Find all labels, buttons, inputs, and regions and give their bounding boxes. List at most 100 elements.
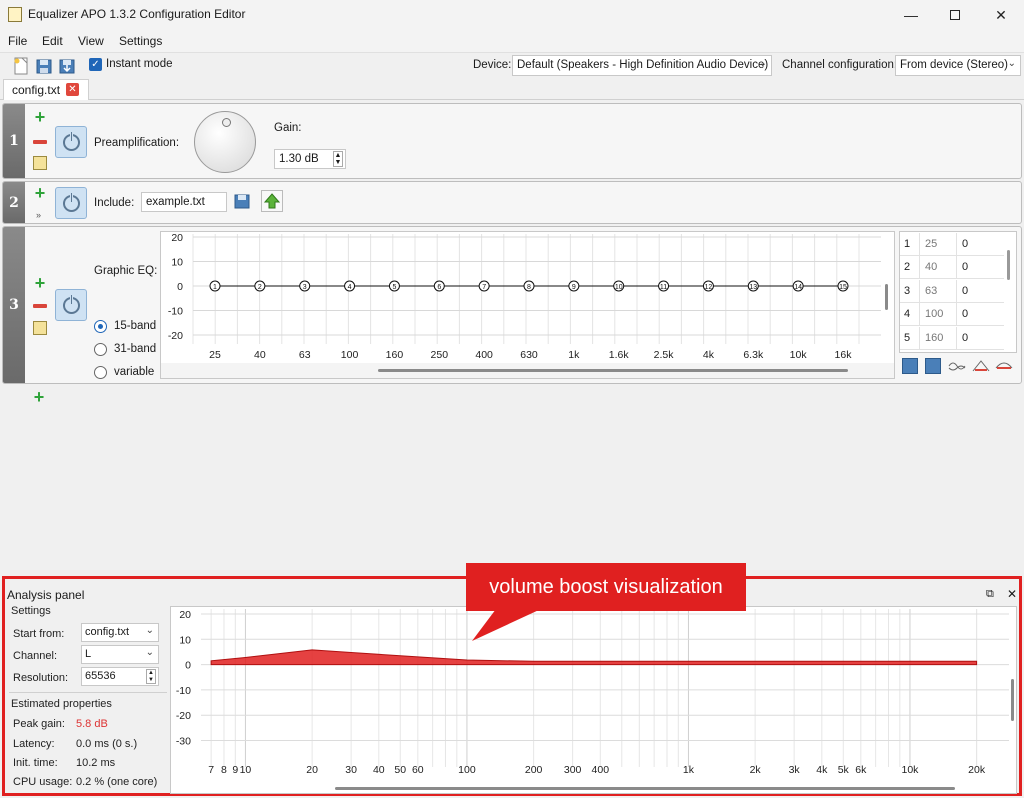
device-select[interactable]: Default (Speakers - High Definition Audi… xyxy=(512,55,772,76)
analysis-x-tick: 3k xyxy=(789,764,801,776)
include-file-input[interactable]: example.txt xyxy=(141,192,227,212)
add-filter-icon[interactable]: + xyxy=(32,388,46,406)
add-filter-icon[interactable]: + xyxy=(33,274,47,292)
analysis-y-tick: 0 xyxy=(185,660,191,672)
channel-select[interactable]: L ⌄ xyxy=(81,645,159,664)
include-file-value: example.txt xyxy=(146,196,205,208)
radio-15-band[interactable] xyxy=(94,320,107,333)
close-tab-icon[interactable]: ✕ xyxy=(66,83,79,96)
open-file-icon[interactable] xyxy=(35,57,53,75)
radio-31-band[interactable] xyxy=(94,343,107,356)
radio-variable[interactable] xyxy=(94,366,107,379)
menu-settings[interactable]: Settings xyxy=(119,34,162,48)
analysis-graph-svg[interactable]: 20100-10-20-307 8 9 10 20 30 40 50 60 100 200 300 40… xyxy=(171,607,1016,793)
analysis-graph[interactable]: 20 10 0 -10 -20 -30 7 8 9 10 20 30 40 50 60 100 200 300 40… xyxy=(170,606,1017,794)
analysis-x-tick: 20 xyxy=(306,764,318,776)
gain-input[interactable]: 1.30 dB ▲ ▼ xyxy=(274,149,346,169)
frequency-cell: 25 xyxy=(925,238,938,250)
add-filter-icon[interactable]: + xyxy=(33,184,47,202)
analysis-y-tick: 10 xyxy=(179,634,191,646)
radio-variable-label: variable xyxy=(114,366,155,378)
eq-band-number: 4 xyxy=(348,284,352,291)
table-row[interactable]: 5 160 0 xyxy=(900,326,1004,350)
analysis-x-tick: 10 xyxy=(240,764,252,776)
open-file-icon[interactable] xyxy=(233,192,251,210)
init-time-label: Init. time: xyxy=(13,757,58,769)
eq-x-tick: 400 xyxy=(475,349,493,361)
close-button[interactable]: ✕ xyxy=(978,0,1024,30)
app-icon xyxy=(8,7,22,22)
gain-knob[interactable] xyxy=(194,111,256,173)
invert-response-icon[interactable] xyxy=(948,358,966,374)
save-icon[interactable] xyxy=(925,358,941,374)
new-file-icon[interactable] xyxy=(12,57,30,75)
spin-arrows-icon[interactable]: ▲ ▼ xyxy=(333,151,343,167)
table-row[interactable]: 1 25 0 xyxy=(900,233,1004,256)
frequency-cell: 40 xyxy=(925,261,938,274)
float-panel-icon[interactable]: ⧉ xyxy=(986,588,994,601)
power-toggle[interactable] xyxy=(55,289,87,321)
filter-row-include: 2 + » Include: example.txt xyxy=(2,181,1022,224)
expand-icon[interactable]: » xyxy=(36,210,41,220)
start-from-select[interactable]: config.txt ⌄ xyxy=(81,623,159,642)
band-number-cell: 5 xyxy=(904,331,911,344)
analysis-x-tick: 4k xyxy=(816,764,828,776)
analysis-vscroll-thumb xyxy=(1011,679,1014,721)
eq-y-tick: 20 xyxy=(171,232,183,244)
save-as-icon[interactable] xyxy=(58,57,76,75)
analysis-x-tick: 6k xyxy=(855,764,867,776)
load-icon[interactable] xyxy=(902,358,918,374)
arrow-up-icon[interactable] xyxy=(261,190,283,212)
menu-edit[interactable]: Edit xyxy=(42,34,63,48)
close-panel-icon[interactable]: ✕ xyxy=(1007,587,1017,601)
chevron-down-icon: ⌄ xyxy=(145,647,154,658)
add-filter-icon[interactable]: + xyxy=(33,108,47,126)
power-toggle[interactable] xyxy=(55,187,87,219)
device-label: Device: xyxy=(473,59,512,71)
spin-arrows-icon[interactable]: ▲ ▼ xyxy=(146,669,156,684)
eq-band-number: 7 xyxy=(482,284,486,291)
eq-table-tools xyxy=(902,358,1018,376)
eq-graph-svg[interactable]: 20100-10-2012524036341005160625074008630… xyxy=(161,232,894,378)
normalize-icon[interactable] xyxy=(972,358,990,374)
edit-icon[interactable] xyxy=(33,156,47,170)
maximize-button[interactable] xyxy=(932,0,978,30)
analysis-x-tick: 20k xyxy=(968,764,986,776)
gain-cell: 0 xyxy=(962,238,969,250)
tab-config[interactable]: config.txt ✕ xyxy=(3,79,89,100)
menu-file[interactable]: File xyxy=(8,34,27,48)
eq-y-tick: 0 xyxy=(177,281,183,293)
channel-config-select[interactable]: From device (Stereo) ⌄ xyxy=(895,55,1021,76)
row-number: 3 xyxy=(3,227,25,383)
band-number-cell: 3 xyxy=(904,284,911,297)
remove-filter-icon[interactable] xyxy=(33,140,47,144)
table-row[interactable]: 3 63 0 xyxy=(900,279,1004,303)
table-scrollbar[interactable] xyxy=(1007,250,1010,280)
analysis-x-tick: 7 xyxy=(208,764,214,776)
window-title: Equalizer APO 1.3.2 Configuration Editor xyxy=(28,7,246,21)
menu-view[interactable]: View xyxy=(78,34,104,48)
minimize-button[interactable]: — xyxy=(888,0,934,30)
eq-x-tick: 630 xyxy=(520,349,538,361)
cpu-label: CPU usage: xyxy=(13,776,73,788)
frequency-cell: 63 xyxy=(925,284,938,297)
graphic-eq-graph[interactable]: 20 10 0 -10 -20 1 25 2 40 3 63 4 100 5 160 6 250 7 400 8 630… xyxy=(160,231,895,379)
power-toggle[interactable] xyxy=(55,126,87,158)
callout-box: volume boost visualization xyxy=(466,563,746,611)
table-row[interactable]: 2 40 0 xyxy=(900,256,1004,280)
settings-header: Settings xyxy=(11,605,51,617)
peak-gain-label: Peak gain: xyxy=(13,718,65,730)
analysis-x-tick: 400 xyxy=(592,764,610,776)
callout-pointer xyxy=(472,609,541,641)
callout-text: volume boost visualization xyxy=(489,575,723,598)
table-row[interactable]: 4 100 0 xyxy=(900,303,1004,327)
reset-response-icon[interactable] xyxy=(995,358,1013,374)
instant-mode-checkbox[interactable]: ✓ xyxy=(89,58,102,71)
resolution-input[interactable]: 65536 ▲ ▼ xyxy=(81,667,159,686)
eq-x-tick: 16k xyxy=(835,349,853,361)
eq-band-table[interactable]: 1 25 0 2 40 0 3 63 0 4 100 0 5 160 0 xyxy=(899,231,1017,353)
remove-filter-icon[interactable] xyxy=(33,304,47,308)
edit-icon[interactable] xyxy=(33,321,47,335)
analysis-x-tick: 100 xyxy=(458,764,476,776)
analysis-y-tick: -10 xyxy=(176,685,191,697)
